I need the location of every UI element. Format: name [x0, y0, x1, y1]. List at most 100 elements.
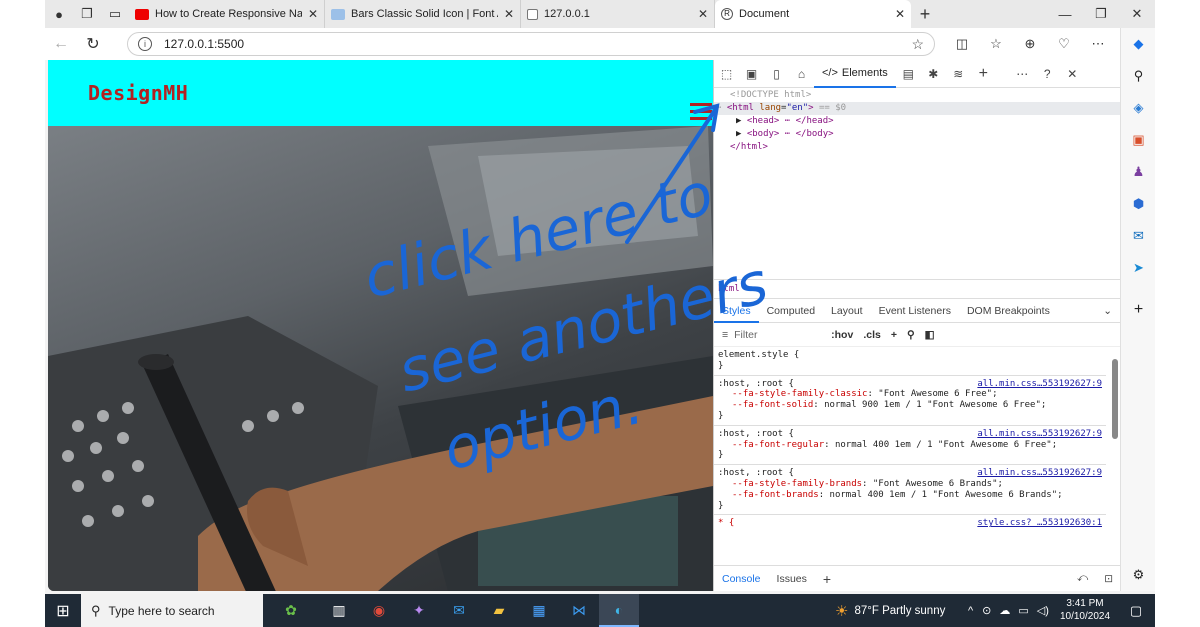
volume-icon[interactable]: ◁) — [1037, 604, 1049, 617]
split-screen-icon[interactable]: ◫ — [945, 28, 979, 60]
network-wifi-icon[interactable]: ≋ — [946, 60, 971, 88]
close-tab-icon[interactable]: ✕ — [308, 7, 318, 21]
help-icon[interactable]: ? — [1035, 60, 1060, 88]
rule-source-link[interactable]: all.min.css…553192627:9 — [977, 429, 1102, 440]
profile-icon[interactable]: ● — [45, 0, 73, 28]
more-tools-icon[interactable]: + — [971, 60, 996, 88]
mail-icon[interactable]: ✉ — [439, 594, 479, 627]
tab-event-listeners[interactable]: Event Listeners — [871, 299, 959, 323]
dom-doctype[interactable]: <!DOCTYPE html> — [714, 89, 1120, 102]
close-tab-icon[interactable]: ✕ — [504, 7, 514, 21]
meet-now-icon[interactable]: ⊙ — [982, 604, 991, 617]
chrome-icon[interactable]: ◉ — [359, 594, 399, 627]
tab-elements[interactable]: </> Elements — [814, 60, 896, 88]
close-devtools-icon[interactable]: ✕ — [1060, 60, 1085, 88]
sidebar-settings-icon[interactable]: ⚙ — [1121, 559, 1155, 591]
add-sidebar-app-icon[interactable]: + — [1121, 294, 1155, 326]
collections-icon[interactable]: ⊕ — [1013, 28, 1047, 60]
hov-toggle[interactable]: :hov — [828, 329, 856, 341]
site-info-icon[interactable]: i — [138, 37, 152, 51]
console-icon[interactable]: ▤ — [896, 60, 921, 88]
bug-icon[interactable]: ✱ — [921, 60, 946, 88]
task-view-icon[interactable]: ▥ — [319, 594, 359, 627]
onedrive-cloud-icon[interactable]: ☁ — [999, 604, 1010, 617]
copilot-sidebar-icon[interactable]: ◆ — [1121, 28, 1155, 60]
favorite-star-icon[interactable]: ☆ — [911, 36, 924, 53]
weather-widget[interactable]: ☀ 87°F Partly sunny — [835, 594, 945, 627]
tab-styles[interactable]: Styles — [714, 299, 759, 323]
notifications-icon[interactable]: ▢ — [1121, 594, 1151, 627]
outlook-icon[interactable]: ✉ — [1121, 220, 1155, 252]
styles-scrollbar[interactable] — [1112, 359, 1118, 439]
network-icon[interactable]: ▭ — [1018, 604, 1028, 617]
rule-element-style[interactable]: element.style { } — [714, 347, 1106, 376]
drop-icon[interactable]: ➤ — [1121, 252, 1155, 284]
rule-host-root[interactable]: :host, :root {all.min.css…553192627:9 --… — [714, 376, 1106, 426]
minimize-icon[interactable]: — — [1047, 0, 1083, 28]
add-drawer-tab-icon[interactable]: + — [815, 571, 839, 587]
dom-head-node[interactable]: ▶ <head> ⋯ </head> — [714, 115, 1120, 128]
tab-console[interactable]: Console — [714, 573, 769, 585]
close-tab-icon[interactable]: ✕ — [895, 7, 905, 21]
hamburger-menu-icon[interactable] — [690, 103, 712, 123]
games-icon[interactable]: ♟ — [1121, 156, 1155, 188]
vscode-icon[interactable]: ⋈ — [559, 594, 599, 627]
chevron-up-icon[interactable]: ^ — [968, 605, 973, 617]
edge-icon[interactable]: ◐ — [599, 594, 639, 627]
back-icon[interactable]: ← — [45, 28, 77, 60]
tab-computed[interactable]: Computed — [759, 299, 823, 323]
device-emulation-icon[interactable]: ▣ — [739, 60, 764, 88]
close-tab-icon[interactable]: ✕ — [698, 7, 708, 21]
new-tab-icon[interactable]: + — [911, 0, 939, 28]
tab-document[interactable]: R Document ✕ — [715, 0, 911, 28]
close-drawer-icon[interactable]: ⊡ — [1096, 573, 1121, 585]
cls-toggle[interactable]: .cls — [860, 329, 884, 341]
dom-html-close[interactable]: </html> — [714, 141, 1120, 154]
rule-host-root[interactable]: :host, :root {all.min.css…553192627:9 --… — [714, 465, 1106, 516]
tab-fontawesome[interactable]: Bars Classic Solid Icon | Font Awe ✕ — [325, 0, 521, 28]
undock-drawer-icon[interactable]: ⤺ — [1069, 572, 1096, 585]
rule-universal[interactable]: * {style.css? …553192630:1 — [714, 515, 1106, 532]
taskbar-search[interactable]: ⚲ Type here to search — [81, 594, 263, 627]
tab-issues[interactable]: Issues — [769, 573, 815, 585]
more-menu-icon[interactable]: ⋯ — [1081, 28, 1115, 60]
tab-actions-icon[interactable]: ▭ — [101, 0, 129, 28]
dom-html-node[interactable]: ⋯ <html lang="en"> == $0 — [714, 102, 1120, 115]
taskbar-clock[interactable]: 3:41 PM 10/10/2024 — [1055, 597, 1115, 623]
browser-essentials-icon[interactable]: ♡ — [1047, 28, 1081, 60]
breadcrumb[interactable]: html — [714, 279, 1120, 299]
paint-icon[interactable]: ⚲ — [904, 329, 918, 341]
site-logo[interactable]: DesignMH — [88, 81, 188, 105]
rule-source-link[interactable]: all.min.css…553192627:9 — [977, 379, 1102, 390]
file-explorer-icon[interactable]: ▰ — [479, 594, 519, 627]
chevron-down-icon[interactable]: ⌄ — [1095, 299, 1120, 323]
address-bar[interactable]: i 127.0.0.1:5500 ☆ — [127, 32, 935, 56]
tab-layout[interactable]: Layout — [823, 299, 871, 323]
workspaces-icon[interactable]: ❐ — [73, 0, 101, 28]
store-icon[interactable]: ▦ — [519, 594, 559, 627]
copilot-app-icon[interactable]: ✦ — [399, 594, 439, 627]
search-icon[interactable]: ⚲ — [1121, 60, 1155, 92]
favorites-icon[interactable]: ☆ — [979, 28, 1013, 60]
tools-icon[interactable]: ▣ — [1121, 124, 1155, 156]
new-rule-icon[interactable]: + — [888, 329, 900, 341]
ribbon-globe-icon[interactable]: ✿ — [263, 594, 319, 627]
sidebar-toggle-icon[interactable]: ◧ — [922, 329, 938, 341]
dom-body-node[interactable]: ▶ <body> ⋯ </body> — [714, 128, 1120, 141]
tab-dom-breakpoints[interactable]: DOM Breakpoints — [959, 299, 1058, 323]
shopping-tag-icon[interactable]: ◈ — [1121, 92, 1155, 124]
tab-youtube[interactable]: How to Create Responsive Naviga ✕ — [129, 0, 325, 28]
microsoft365-icon[interactable]: ⬢ — [1121, 188, 1155, 220]
inspect-icon[interactable]: ⬚ — [714, 60, 739, 88]
rule-host-root[interactable]: :host, :root {all.min.css…553192627:9 --… — [714, 426, 1106, 466]
restore-icon[interactable]: ❐ — [1083, 0, 1119, 28]
rule-source-link[interactable]: style.css? …553192630:1 — [977, 518, 1102, 529]
filter-input[interactable]: Filter — [734, 329, 824, 341]
devtools-menu-icon[interactable]: ⋯ — [1010, 60, 1035, 88]
refresh-icon[interactable]: ↻ — [77, 28, 109, 60]
dock-side-icon[interactable]: ▯ — [764, 60, 789, 88]
close-window-icon[interactable]: ✕ — [1119, 0, 1155, 28]
windows-start-icon[interactable]: ⊞ — [45, 594, 81, 627]
rule-source-link[interactable]: all.min.css…553192627:9 — [977, 468, 1102, 479]
tab-localhost[interactable]: 127.0.0.1 ✕ — [521, 0, 715, 28]
